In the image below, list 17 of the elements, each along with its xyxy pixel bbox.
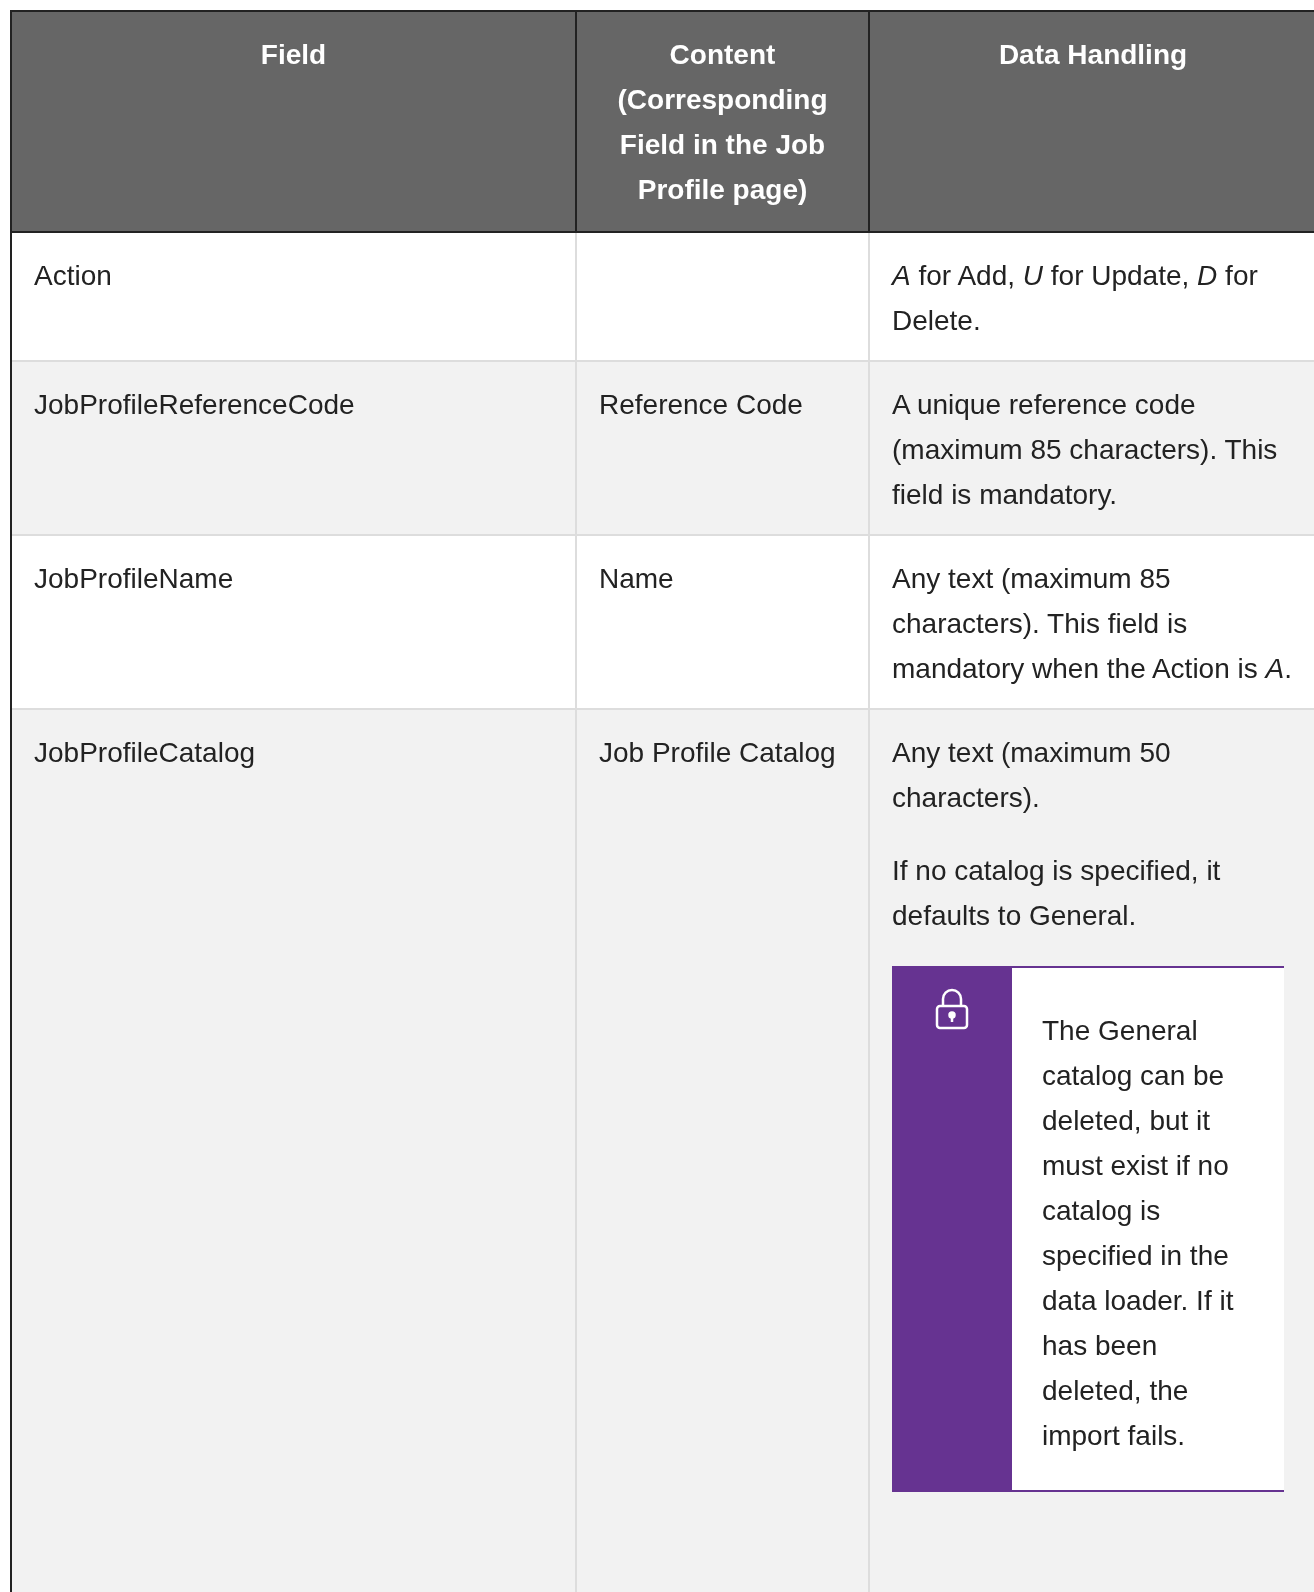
table-cell: JobProfileReferenceCode xyxy=(12,362,577,536)
table-cell: Action xyxy=(12,233,577,362)
lock-icon xyxy=(934,988,970,1030)
table-cell: Name xyxy=(577,536,870,710)
table-cell: JobProfileName xyxy=(12,536,577,710)
column-header: Data Handling xyxy=(870,10,1314,233)
column-header: Content (Corresponding Field in the Job Profile page) xyxy=(577,10,870,233)
cell-text: A for Add, U for Update, D for Delete. xyxy=(892,259,1259,338)
cell-text: A unique reference code (maximum 85 characters). This field is mandatory. xyxy=(892,388,1279,512)
cell-text: Any text (maximum 50 characters). xyxy=(892,736,1172,815)
note-text: The General catalog can be deleted, but it must exist if no catalog is specified in the data loader. If it has been deleted, the import fails. xyxy=(1041,1014,1235,1453)
table-cell: Reference Code xyxy=(577,362,870,536)
table-cell: JobProfileCatalog xyxy=(12,710,577,1592)
column-header: Field xyxy=(12,10,577,233)
cell-text: If no catalog is specified, it defaults to General. xyxy=(892,854,1222,933)
table-cell: Job Profile Catalog xyxy=(577,710,870,1592)
cell-text: Any text (maximum 85 characters). This field is mandatory when the Action is A. xyxy=(892,562,1293,686)
